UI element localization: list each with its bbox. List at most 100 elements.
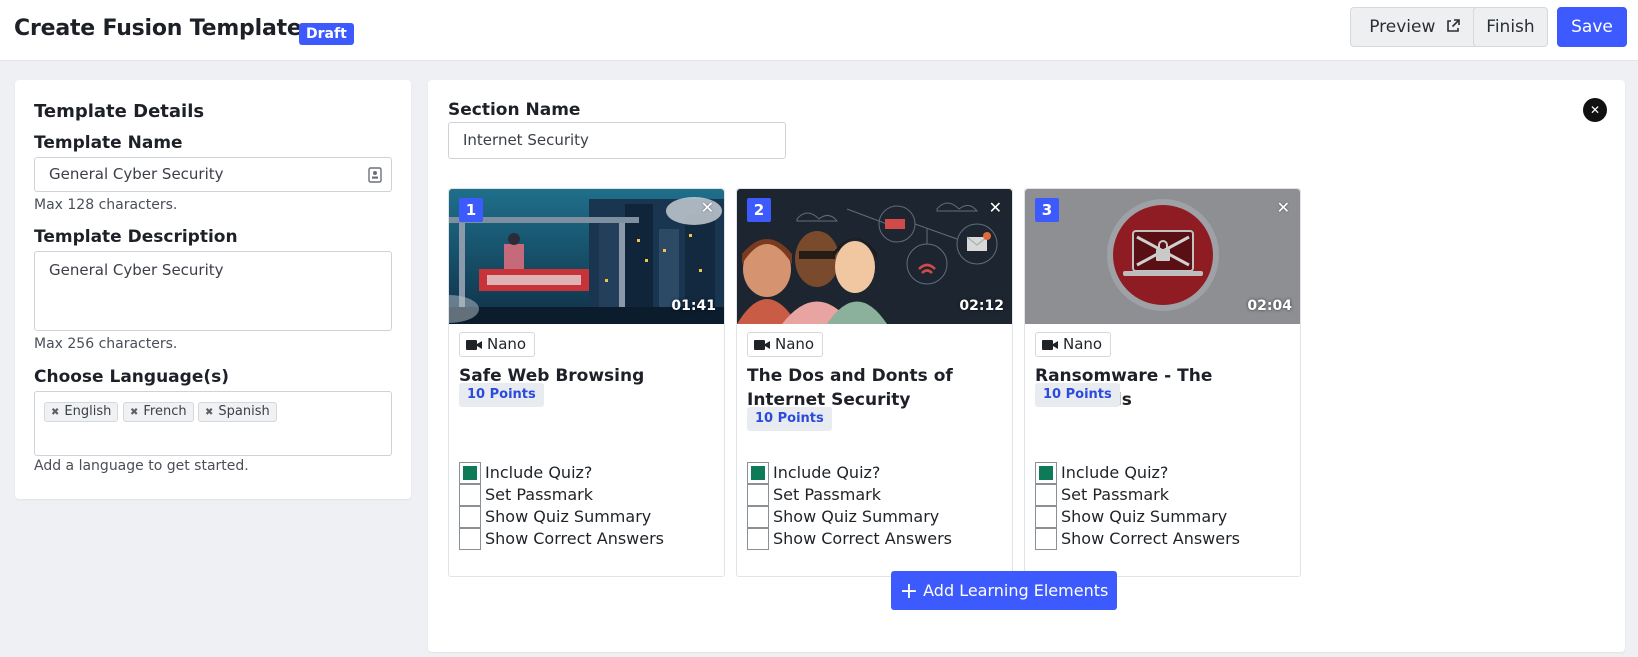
template-name-hint: Max 128 characters. — [34, 197, 178, 213]
language-chip-spanish[interactable]: ✖ Spanish — [198, 402, 277, 422]
show-quiz-summary-checkbox[interactable] — [1035, 506, 1057, 528]
add-learning-elements-button[interactable]: + Add Learning Elements — [891, 571, 1117, 610]
learning-element-card: 3 ✕ 02:04 Nano Ransomware - The Essentia… — [1024, 188, 1301, 577]
language-chip-label: Spanish — [218, 404, 270, 419]
include-quiz-checkbox[interactable] — [459, 462, 481, 484]
language-hint: Add a language to get started. — [34, 458, 249, 474]
option-label: Show Correct Answers — [485, 529, 665, 548]
page-title: Create Fusion Template — [14, 16, 302, 41]
language-chip-english[interactable]: ✖ English — [44, 402, 119, 422]
save-button[interactable]: Save — [1557, 7, 1627, 47]
points-badge: 10 Points — [747, 407, 832, 431]
show-quiz-summary-checkbox[interactable] — [747, 506, 769, 528]
option-label: Include Quiz? — [1061, 463, 1169, 482]
include-quiz-option[interactable]: Include Quiz? — [747, 462, 880, 484]
card-number-badge: 3 — [1035, 198, 1059, 222]
set-passmark-option[interactable]: Set Passmark — [747, 484, 881, 506]
option-label: Include Quiz? — [485, 463, 593, 482]
option-label: Show Quiz Summary — [485, 507, 652, 526]
finish-button[interactable]: Finish — [1473, 7, 1548, 47]
show-correct-answers-option[interactable]: Show Correct Answers — [1035, 528, 1240, 550]
content-type-tag: Nano — [747, 332, 824, 357]
content-type-tag: Nano — [459, 332, 536, 357]
points-badge: 10 Points — [1035, 383, 1120, 407]
video-camera-icon — [466, 340, 482, 350]
include-quiz-checkbox[interactable] — [747, 462, 769, 484]
remove-chip-icon[interactable]: ✖ — [130, 407, 138, 418]
show-quiz-summary-option[interactable]: Show Quiz Summary — [459, 506, 651, 528]
include-quiz-checkbox[interactable] — [1035, 462, 1057, 484]
close-icon[interactable]: ✕ — [1583, 98, 1607, 122]
external-link-icon — [1446, 19, 1460, 32]
template-details-heading: Template Details — [34, 101, 205, 122]
show-correct-answers-checkbox[interactable] — [1035, 528, 1057, 550]
template-description-hint: Max 256 characters. — [34, 336, 178, 352]
show-correct-answers-checkbox[interactable] — [459, 528, 481, 550]
language-chip-french[interactable]: ✖ French — [123, 402, 194, 422]
template-description-input[interactable]: General Cyber Security — [34, 251, 392, 331]
video-thumbnail[interactable]: 3 ✕ 02:04 — [1025, 189, 1300, 324]
set-passmark-option[interactable]: Set Passmark — [459, 484, 593, 506]
set-passmark-checkbox[interactable] — [1035, 484, 1057, 506]
show-quiz-summary-option[interactable]: Show Quiz Summary — [1035, 506, 1227, 528]
plus-icon: + — [899, 579, 919, 604]
video-thumbnail[interactable]: 2 ✕ 02:12 — [737, 189, 1012, 324]
option-label: Show Correct Answers — [773, 529, 953, 548]
video-duration: 01:41 — [671, 298, 716, 314]
remove-chip-icon[interactable]: ✖ — [51, 407, 59, 418]
include-quiz-option[interactable]: Include Quiz? — [1035, 462, 1168, 484]
set-passmark-option[interactable]: Set Passmark — [1035, 484, 1169, 506]
remove-card-icon[interactable]: ✕ — [989, 198, 1002, 217]
template-name-value: General Cyber Security — [49, 165, 224, 183]
option-label: Set Passmark — [1061, 485, 1169, 504]
learning-element-card: 1 ✕ 01:41 Nano Safe Web Browsing 10 Poin… — [448, 188, 725, 577]
language-chip-label: English — [64, 404, 112, 419]
content-type-label: Nano — [1063, 335, 1103, 353]
show-quiz-summary-option[interactable]: Show Quiz Summary — [747, 506, 939, 528]
option-label: Set Passmark — [485, 485, 593, 504]
remove-card-icon[interactable]: ✕ — [1277, 198, 1290, 217]
template-name-label: Template Name — [34, 133, 183, 153]
card-number-badge: 1 — [459, 198, 483, 222]
video-camera-icon — [1042, 340, 1058, 350]
section-panel: Section Name Internet Security ✕ 1 ✕ 01:… — [428, 80, 1625, 652]
template-description-value: General Cyber Security — [49, 261, 224, 279]
language-select[interactable]: ✖ English ✖ French ✖ Spanish — [34, 391, 392, 456]
video-thumbnail[interactable]: 1 ✕ 01:41 — [449, 189, 724, 324]
learning-element-card: 2 ✕ 02:12 Nano The Dos and Donts of Inte… — [736, 188, 1013, 577]
add-learning-elements-label: Add Learning Elements — [923, 581, 1109, 600]
show-correct-answers-option[interactable]: Show Correct Answers — [747, 528, 952, 550]
video-duration: 02:12 — [959, 298, 1004, 314]
content-type-label: Nano — [775, 335, 815, 353]
set-passmark-checkbox[interactable] — [459, 484, 481, 506]
video-camera-icon — [754, 340, 770, 350]
card-title: The Dos and Donts of Internet Security — [747, 366, 953, 410]
content-type-label: Nano — [487, 335, 527, 353]
template-description-label: Template Description — [34, 227, 238, 247]
top-bar: Create Fusion Template Draft Preview Fin… — [0, 0, 1638, 61]
option-label: Show Quiz Summary — [1061, 507, 1228, 526]
content-type-tag: Nano — [1035, 332, 1112, 357]
template-details-panel: Template Details Template Name General C… — [15, 80, 411, 499]
video-duration: 02:04 — [1247, 298, 1292, 314]
show-correct-answers-checkbox[interactable] — [747, 528, 769, 550]
remove-chip-icon[interactable]: ✖ — [205, 407, 213, 418]
option-label: Set Passmark — [773, 485, 881, 504]
section-name-label: Section Name — [448, 100, 581, 120]
card-number-badge: 2 — [747, 198, 771, 222]
template-name-input[interactable]: General Cyber Security — [34, 157, 392, 192]
option-label: Include Quiz? — [773, 463, 881, 482]
include-quiz-option[interactable]: Include Quiz? — [459, 462, 592, 484]
option-label: Show Correct Answers — [1061, 529, 1241, 548]
section-name-input[interactable]: Internet Security — [448, 122, 786, 159]
contact-card-icon — [368, 167, 382, 183]
show-correct-answers-option[interactable]: Show Correct Answers — [459, 528, 664, 550]
points-badge: 10 Points — [459, 383, 544, 407]
show-quiz-summary-checkbox[interactable] — [459, 506, 481, 528]
set-passmark-checkbox[interactable] — [747, 484, 769, 506]
preview-button[interactable]: Preview — [1350, 7, 1480, 47]
language-chip-label: French — [143, 404, 187, 419]
status-badge: Draft — [299, 23, 354, 45]
option-label: Show Quiz Summary — [773, 507, 940, 526]
remove-card-icon[interactable]: ✕ — [701, 198, 714, 217]
